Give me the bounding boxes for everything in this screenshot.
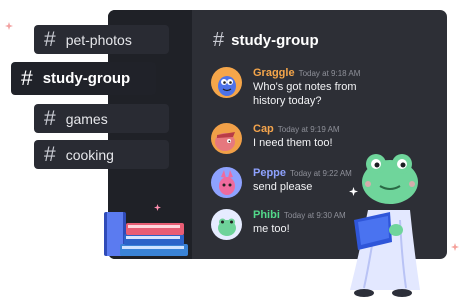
hash-icon: # bbox=[21, 67, 33, 90]
channel-label: cooking bbox=[65, 146, 114, 163]
channel-label: study-group bbox=[42, 70, 131, 87]
channel-item-pet-photos[interactable]: # pet-photos bbox=[34, 25, 169, 54]
message-text-line: me too! bbox=[253, 223, 290, 235]
message-author[interactable]: Cap bbox=[253, 123, 274, 135]
message-text-line: I need them too! bbox=[253, 137, 333, 149]
frog-reading-illustration bbox=[350, 154, 420, 297]
sparkle-icon bbox=[5, 22, 13, 30]
message-text-line: history today? bbox=[253, 95, 322, 107]
sparkle-icon bbox=[451, 243, 459, 251]
channel-item-games[interactable]: # games bbox=[34, 104, 169, 133]
channel-label: pet-photos bbox=[65, 31, 132, 48]
message-item: Graggle Today at 9:18 AM Who's got notes… bbox=[211, 67, 360, 108]
hash-icon: # bbox=[44, 28, 56, 51]
message-author[interactable]: Peppe bbox=[253, 167, 286, 179]
channel-item-cooking[interactable]: # cooking bbox=[34, 140, 169, 169]
book-stack-illustration bbox=[104, 212, 188, 256]
message-timestamp: Today at 9:19 AM bbox=[277, 125, 340, 134]
channel-header: # study-group bbox=[213, 29, 319, 51]
hash-icon: # bbox=[213, 29, 225, 51]
message-text-line: Who's got notes from bbox=[253, 81, 357, 93]
message-item: Phibi Today at 9:30 AM me too! bbox=[211, 209, 346, 240]
graggle-avatar-icon[interactable] bbox=[211, 67, 242, 98]
channel-label: games bbox=[65, 110, 108, 127]
message-text-line: send please bbox=[253, 181, 313, 193]
peppe-avatar-icon[interactable] bbox=[211, 167, 242, 198]
message-author[interactable]: Phibi bbox=[253, 209, 280, 221]
hash-icon: # bbox=[44, 143, 56, 166]
message-author[interactable]: Graggle bbox=[253, 67, 295, 79]
message-timestamp: Today at 9:30 AM bbox=[283, 211, 346, 220]
cap-avatar-icon[interactable] bbox=[211, 123, 242, 154]
message-item: Peppe Today at 9:22 AM send please bbox=[211, 167, 352, 198]
channel-item-study-group[interactable]: # study-group bbox=[11, 62, 156, 95]
phibi-avatar-icon[interactable] bbox=[211, 209, 242, 240]
channel-header-title: study-group bbox=[231, 31, 319, 49]
message-item: Cap Today at 9:19 AM I need them too! bbox=[211, 123, 340, 154]
message-timestamp: Today at 9:18 AM bbox=[298, 69, 361, 78]
hash-icon: # bbox=[44, 107, 56, 130]
